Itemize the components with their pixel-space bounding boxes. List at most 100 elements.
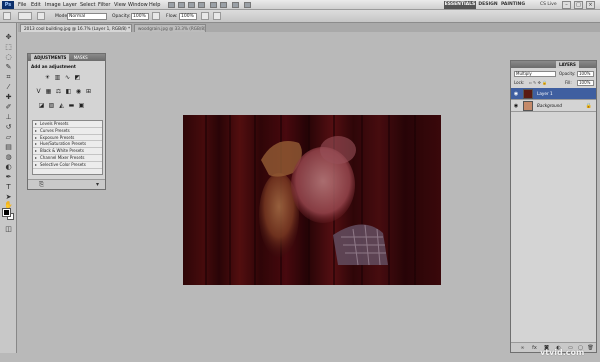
preset-exposure[interactable]: ▸ Exposure Presets [33,135,102,142]
menu-view[interactable]: View [114,2,126,8]
flow-field[interactable]: 100% [179,13,197,20]
menu-file[interactable]: File [18,2,26,8]
airbrush-icon[interactable] [201,12,209,20]
brush-tool-icon[interactable]: ✐ [4,103,13,112]
clone-stamp-tool-icon[interactable]: ⊥ [4,113,13,122]
preset-hue-saturation[interactable]: ▸ Hue/Saturation Presets [33,141,102,149]
layer-row-background[interactable]: ◉ Background 🔒 [511,100,596,112]
lock-icon: 🔒 [585,103,592,109]
portrait-figure [183,115,441,285]
tablet-opacity-icon[interactable] [152,12,160,20]
view-extras-icon[interactable] [188,2,195,8]
invert-icon[interactable]: ◪ [38,102,45,109]
lock-icons[interactable]: ▫ ✎ ✥ 🔒 [529,80,553,86]
marquee-tool-icon[interactable]: ⬚ [4,43,13,52]
layers-opacity-label: Opacity: [559,71,576,76]
preset-curves[interactable]: ▸ Curves Presets [33,128,102,135]
move-tool-icon[interactable]: ✥ [4,33,13,42]
preset-levels[interactable]: ▸ Levels Presets [33,121,102,128]
panel-menu-icon[interactable]: ▾ [94,182,101,188]
history-brush-tool-icon[interactable]: ↺ [4,123,13,132]
document-image[interactable] [183,115,441,285]
color-balance-icon[interactable]: ⚖ [55,88,62,95]
menu-help[interactable]: Help [149,2,160,8]
workspace-essentials[interactable]: ESSENTIALS [444,1,476,9]
dodge-tool-icon[interactable]: ◐ [4,163,13,172]
tab-adjustments[interactable]: ADJUSTMENTS [31,54,70,61]
lasso-tool-icon[interactable]: ◌ [4,53,13,62]
threshold-icon[interactable]: ◭ [58,102,65,109]
fill-field[interactable]: 100% [577,80,594,86]
menu-edit[interactable]: Edit [31,2,41,8]
foreground-color-swatch[interactable] [2,208,11,217]
blur-tool-icon[interactable]: ◍ [4,153,13,162]
minimize-button[interactable]: – [562,1,571,9]
exposure-icon[interactable]: ◩ [74,74,81,81]
photo-filter-icon[interactable]: ◉ [75,88,82,95]
bridge-icon[interactable] [168,2,175,8]
quick-mask-icon[interactable]: ◫ [4,225,13,234]
workspace-design[interactable]: DESIGN [478,1,498,9]
curves-icon[interactable]: ∿ [64,74,71,81]
menu-window[interactable]: Window [128,2,148,8]
levels-icon[interactable]: ▥ [54,74,61,81]
pen-tool-icon[interactable]: ✒ [4,173,13,182]
zoom-icon[interactable] [220,2,227,8]
brush-tool-icon[interactable] [3,12,11,20]
brightness-contrast-icon[interactable]: ☀ [44,74,51,81]
doc-tab-active[interactable]: 2013 cool building.jpg @ 16.7% (Layer 1,… [20,24,132,32]
gradient-tool-icon[interactable]: ▤ [4,143,13,152]
channel-mixer-icon[interactable]: ⊞ [85,88,92,95]
layer-name: Background [537,103,563,108]
hand-icon[interactable] [210,2,217,8]
cs-live-button[interactable]: CS Live [540,2,557,7]
visibility-eye-icon[interactable]: ◉ [513,91,519,97]
quick-select-tool-icon[interactable]: ✎ [4,63,13,72]
link-layers-icon[interactable]: ∞ [519,345,526,351]
gradient-map-icon[interactable]: ▬ [68,102,75,109]
layer-row-layer-1[interactable]: ◉ Layer 1 [511,88,596,100]
trash-icon[interactable]: 🗑 [587,345,594,351]
opacity-field[interactable]: 100% [131,13,149,20]
preset-black-white[interactable]: ▸ Black & White Presets [33,148,102,155]
crop-tool-icon[interactable]: ⌗ [4,73,13,82]
screen-mode-icon[interactable] [244,2,251,8]
hue-saturation-icon[interactable]: ▦ [45,88,52,95]
tab-masks[interactable]: MASKS [74,55,88,60]
menu-image[interactable]: Image [45,2,61,8]
arrange-documents-icon[interactable] [232,2,239,8]
doc-tab-woodgrain[interactable]: woodgrain.jpg @ 33.3% (RGB/8) [134,24,206,32]
mode-select[interactable]: Normal [67,13,107,20]
vibrance-icon[interactable]: V [35,88,42,95]
blend-mode-select[interactable]: Multiply [514,71,556,77]
clip-to-layer-icon[interactable]: ⎘ [38,182,45,188]
menu-bar: Ps File Edit Image Layer Select Filter V… [0,0,600,10]
visibility-eye-icon[interactable]: ◉ [513,103,519,109]
adjustments-panel-footer: ⎘ ▾ [28,179,105,189]
layers-panel-header: LAYERS [511,61,596,68]
zoom-level-icon[interactable] [198,2,205,8]
brush-panel-icon[interactable] [37,12,45,20]
menu-select[interactable]: Select [80,2,95,8]
tablet-size-icon[interactable] [213,12,221,20]
mini-bridge-icon[interactable] [178,2,185,8]
workspace-painting[interactable]: PAINTING [501,1,525,9]
close-button[interactable]: × [586,1,595,9]
eraser-tool-icon[interactable]: ▱ [4,133,13,142]
tab-layers[interactable]: LAYERS [556,61,579,68]
layers-opacity-field[interactable]: 100% [577,71,594,77]
healing-brush-tool-icon[interactable]: ✚ [4,93,13,102]
preset-selective-color[interactable]: ▸ Selective Color Presets [33,162,102,169]
brush-preset-picker[interactable] [18,12,32,20]
eyedropper-tool-icon[interactable]: ⁄ [4,83,13,92]
type-tool-icon[interactable]: T [4,183,13,192]
preset-channel-mixer[interactable]: ▸ Channel Mixer Presets [33,155,102,162]
layer-style-icon[interactable]: fx [531,345,538,351]
document-tabs: 2013 cool building.jpg @ 16.7% (Layer 1,… [18,23,600,32]
maximize-button[interactable]: □ [574,1,583,9]
menu-filter[interactable]: Filter [98,2,110,8]
selective-color-icon[interactable]: ▣ [78,102,85,109]
posterize-icon[interactable]: ▨ [48,102,55,109]
black-white-icon[interactable]: ◧ [65,88,72,95]
menu-layer[interactable]: Layer [63,2,77,8]
